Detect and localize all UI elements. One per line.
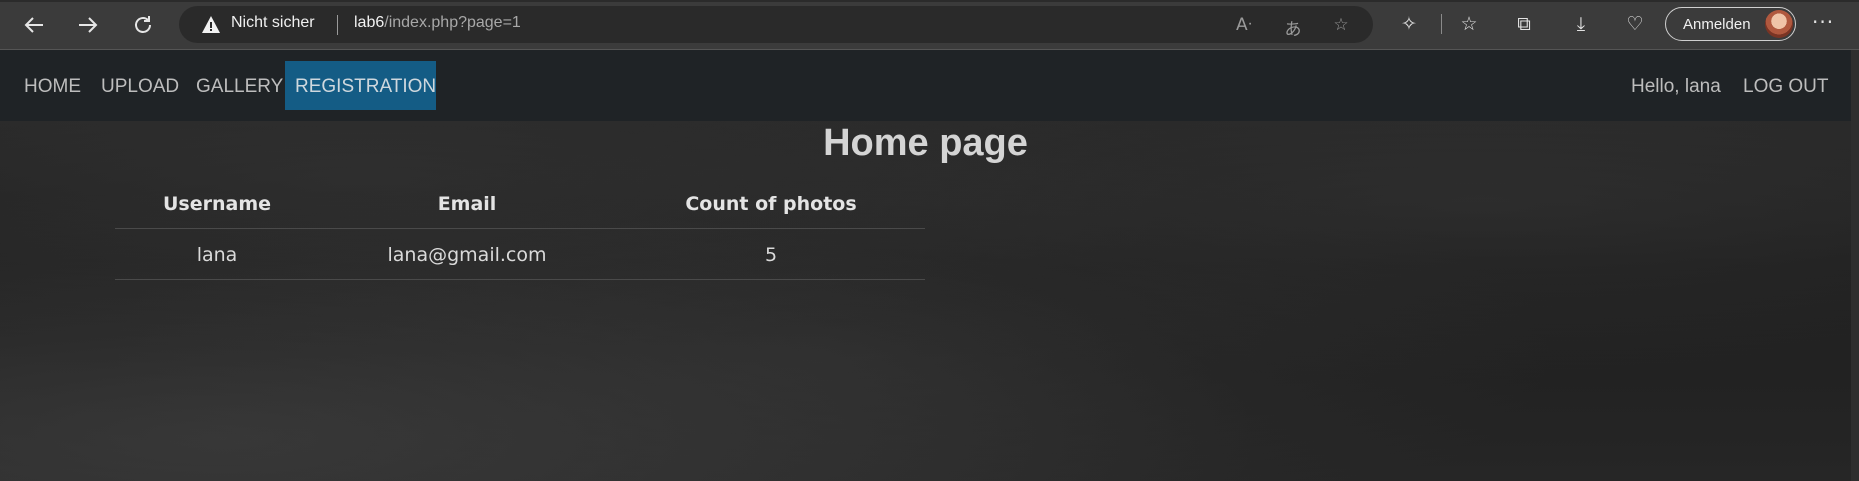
- cell-email: lana@gmail.com: [387, 244, 547, 266]
- address-bar[interactable]: Nicht sicher lab6/index.php?page=1 A͏ᐧ あ…: [179, 6, 1373, 43]
- security-status[interactable]: Nicht sicher: [231, 14, 315, 32]
- nav-registration-label: REGISTRATION: [295, 76, 437, 97]
- tab-strip-edge: [0, 0, 1859, 2]
- extensions-icon[interactable]: ✧: [1395, 10, 1423, 38]
- cell-username: lana: [196, 244, 238, 266]
- nav-logout[interactable]: LOG OUT: [1743, 76, 1829, 98]
- url-path: /index.php?page=1: [384, 14, 521, 31]
- favorites-icon[interactable]: ☆: [1455, 10, 1483, 38]
- nav-gallery[interactable]: GALLERY: [196, 76, 283, 98]
- avatar: [1765, 10, 1793, 38]
- address-separator: [337, 15, 338, 35]
- warning-icon[interactable]: [201, 15, 221, 34]
- favorite-icon[interactable]: ☆: [1330, 15, 1352, 35]
- performance-icon[interactable]: ♡: [1621, 10, 1649, 38]
- forward-icon[interactable]: [71, 8, 105, 42]
- table-bottom-divider: [115, 279, 925, 280]
- signin-button[interactable]: Anmelden: [1665, 7, 1796, 41]
- toolbar-separator: [1441, 14, 1442, 34]
- page-title: Home page: [823, 122, 1028, 164]
- nav-upload[interactable]: UPLOAD: [101, 76, 179, 98]
- nav-registration[interactable]: REGISTRATION: [285, 61, 436, 110]
- greeting: Hello, lana: [1631, 76, 1721, 97]
- back-icon[interactable]: [17, 8, 51, 42]
- column-header-email: Email: [437, 193, 497, 215]
- read-aloud-icon[interactable]: A͏ᐧ: [1233, 15, 1255, 35]
- translate-icon[interactable]: あ: [1282, 15, 1304, 40]
- scrollbar[interactable]: [1851, 50, 1859, 481]
- more-icon[interactable]: ···: [1812, 10, 1834, 34]
- browser-toolbar: Nicht sicher lab6/index.php?page=1 A͏ᐧ あ…: [0, 0, 1859, 49]
- column-header-count: Count of photos: [685, 193, 857, 215]
- url-text[interactable]: lab6/index.php?page=1: [354, 14, 521, 32]
- nav-home[interactable]: HOME: [24, 76, 81, 98]
- refresh-icon[interactable]: [126, 8, 160, 42]
- downloads-icon[interactable]: ⤓: [1567, 10, 1595, 38]
- table-header-divider: [115, 228, 925, 229]
- cell-count: 5: [764, 244, 778, 266]
- collections-icon[interactable]: ⧉: [1510, 10, 1538, 38]
- signin-label: Anmelden: [1683, 16, 1751, 33]
- page-background: HOME UPLOAD GALLERY REGISTRATION Hello, …: [0, 50, 1851, 481]
- site-navbar: HOME UPLOAD GALLERY REGISTRATION Hello, …: [0, 50, 1851, 121]
- column-header-username: Username: [162, 193, 272, 215]
- url-host: lab6: [354, 14, 385, 31]
